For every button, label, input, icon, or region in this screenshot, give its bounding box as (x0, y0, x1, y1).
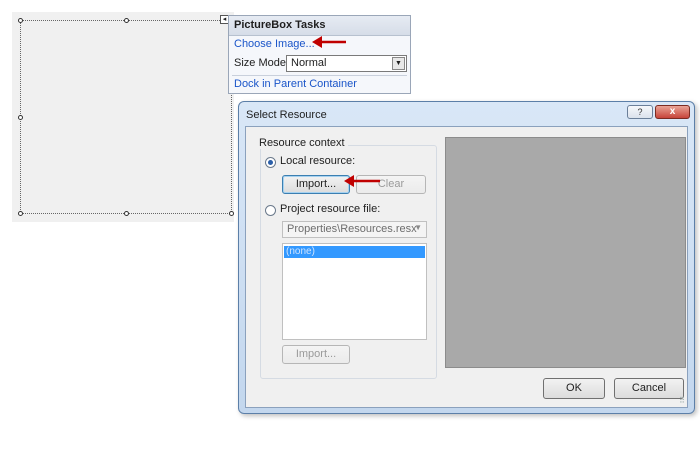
resize-handle-left[interactable] (18, 115, 23, 120)
project-resource-label: Project resource file: (280, 203, 381, 215)
resize-grip-icon[interactable]: ⠿ (679, 396, 685, 405)
local-resource-radio[interactable] (265, 157, 276, 168)
resize-handle-top-left[interactable] (18, 18, 23, 23)
resize-handle-bottom-left[interactable] (18, 211, 23, 216)
dock-in-parent-link[interactable]: Dock in Parent Container (229, 76, 410, 93)
project-import-button[interactable]: Import... (282, 345, 350, 364)
picturebox-control[interactable] (18, 18, 234, 216)
help-button[interactable]: ? (627, 105, 653, 119)
resize-handle-bottom-right[interactable] (229, 211, 234, 216)
cancel-button[interactable]: Cancel (614, 378, 684, 399)
dialog-client-area: Resource context Local resource: Import.… (245, 126, 688, 408)
size-mode-label: Size Mode: (234, 57, 290, 69)
resource-file-combo[interactable]: Properties\Resources.resx ▼ (282, 221, 427, 238)
dropdown-arrow-icon[interactable]: ▼ (392, 57, 405, 70)
project-resource-radio[interactable] (265, 205, 276, 216)
size-mode-value: Normal (291, 57, 327, 69)
resource-file-value: Properties\Resources.resx (287, 223, 417, 235)
annotation-arrow-icon (312, 36, 346, 48)
list-item[interactable]: (none) (284, 246, 425, 258)
resize-handle-top[interactable] (124, 18, 129, 23)
local-resource-label: Local resource: (280, 155, 356, 167)
resize-handle-bottom[interactable] (124, 211, 129, 216)
dialog-title: Select Resource (246, 109, 327, 121)
picturebox-tasks-panel: PictureBox Tasks Choose Image... Size Mo… (228, 15, 411, 94)
tasks-panel-title: PictureBox Tasks (229, 16, 410, 36)
select-resource-dialog: Select Resource ? x Resource context Loc… (238, 101, 695, 414)
import-button[interactable]: Import... (282, 175, 350, 194)
ok-button[interactable]: OK (543, 378, 605, 399)
annotation-arrow-icon (344, 175, 380, 187)
size-mode-row: Size Mode: Normal ▼ (229, 53, 410, 75)
close-button[interactable]: x (655, 105, 690, 119)
resource-context-legend: Resource context (256, 137, 348, 149)
resource-listbox[interactable]: (none) (282, 243, 427, 340)
image-preview-pane (445, 137, 686, 368)
size-mode-select[interactable]: Normal ▼ (286, 55, 407, 72)
chevron-down-icon[interactable]: ▼ (414, 223, 422, 232)
